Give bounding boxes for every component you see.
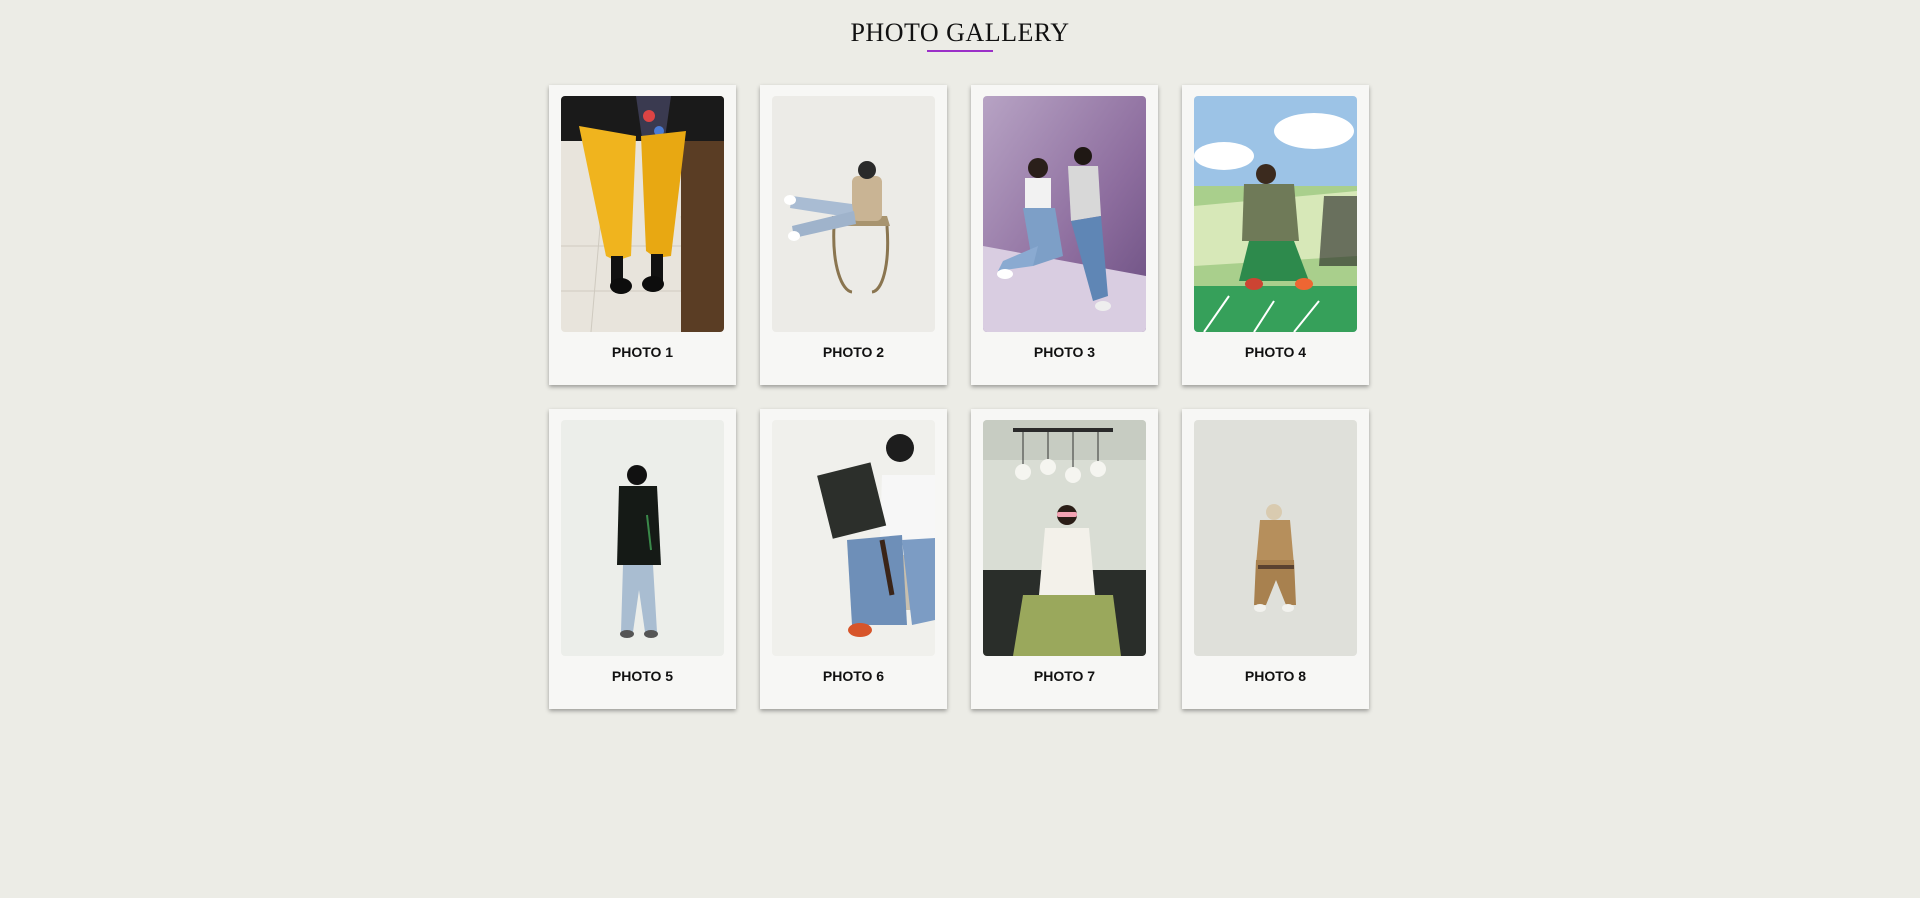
photo-image[interactable] (1194, 420, 1357, 656)
photo-caption: PHOTO 5 (611, 668, 674, 684)
gallery-card[interactable]: PHOTO 8 (1182, 409, 1369, 709)
page-title: PHOTO GALLERY (850, 18, 1070, 47)
page-header: PHOTO GALLERY (0, 18, 1920, 52)
gallery-card[interactable]: PHOTO 3 (971, 85, 1158, 385)
photo-image[interactable] (983, 420, 1146, 656)
photo-caption: PHOTO 6 (822, 668, 885, 684)
gallery-card[interactable]: PHOTO 5 (549, 409, 736, 709)
photo-image[interactable] (1194, 96, 1357, 332)
photo-caption: PHOTO 1 (611, 344, 674, 360)
title-underline (927, 50, 993, 52)
photo-image[interactable] (983, 96, 1146, 332)
photo-image[interactable] (772, 96, 935, 332)
photo-image[interactable] (561, 96, 724, 332)
photo-caption: PHOTO 7 (1033, 668, 1096, 684)
gallery-card[interactable]: PHOTO 7 (971, 409, 1158, 709)
photo-image[interactable] (772, 420, 935, 656)
photo-gallery-grid: PHOTO 1 PHOTO 2 PHOTO 3 PHOTO 4 PHOTO 5 … (549, 85, 1371, 709)
gallery-card[interactable]: PHOTO 2 (760, 85, 947, 385)
photo-caption: PHOTO 4 (1244, 344, 1307, 360)
photo-caption: PHOTO 3 (1033, 344, 1096, 360)
photo-caption: PHOTO 8 (1244, 668, 1307, 684)
gallery-card[interactable]: PHOTO 6 (760, 409, 947, 709)
gallery-card[interactable]: PHOTO 4 (1182, 85, 1369, 385)
photo-image[interactable] (561, 420, 724, 656)
gallery-card[interactable]: PHOTO 1 (549, 85, 736, 385)
photo-caption: PHOTO 2 (822, 344, 885, 360)
